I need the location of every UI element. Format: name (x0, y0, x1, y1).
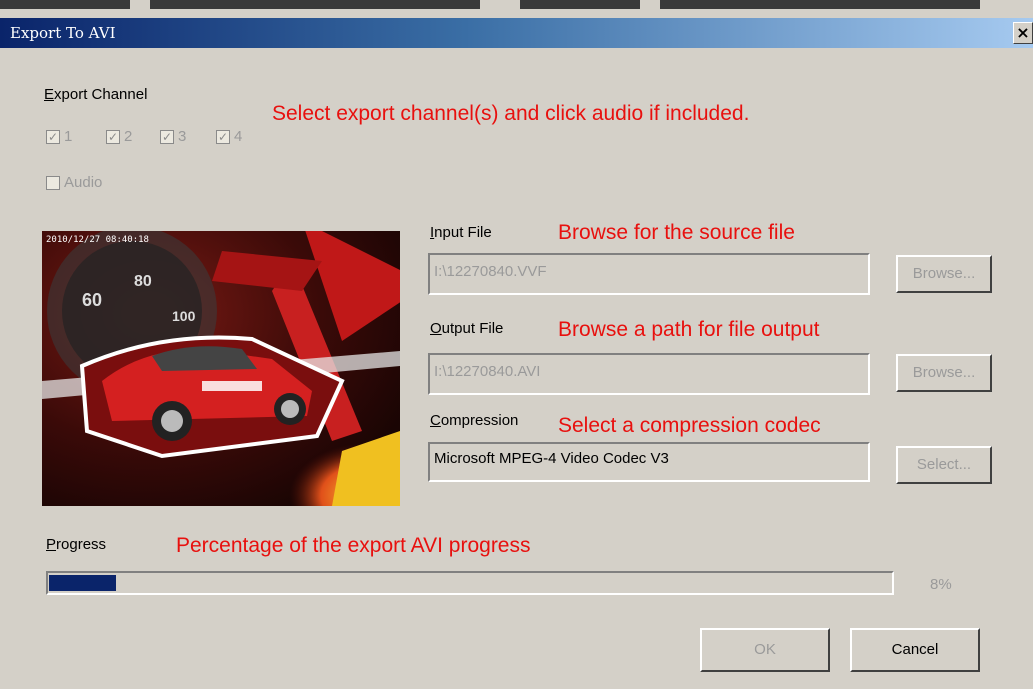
compression-select-button[interactable]: Select... (896, 446, 992, 484)
background-window-strip (0, 0, 1033, 18)
output-file-label: Output File (430, 320, 504, 337)
annotation-input: Browse for the source file (558, 221, 795, 244)
preview-timestamp: 2010/12/27 08:40:18 (46, 235, 149, 245)
progress-percent: 8% (930, 576, 952, 593)
ok-button[interactable]: OK (700, 628, 830, 672)
checkbox-check-icon: ✓ (106, 129, 120, 144)
close-button[interactable]: × (1013, 22, 1033, 44)
compression-label: Compression (430, 412, 519, 429)
input-file-label: Input File (430, 224, 492, 241)
progress-fill (49, 575, 116, 591)
svg-text:60: 60 (82, 290, 102, 310)
annotation-compression: Select a compression codec (558, 414, 821, 437)
preview-image: 60 80 100 2010/12/27 08:40:18 (42, 231, 400, 506)
annotation-output: Browse a path for file output (558, 318, 820, 341)
output-file-field[interactable]: I:\12270840.AVI (428, 353, 870, 395)
close-icon: × (1016, 23, 1030, 42)
compression-field[interactable]: Microsoft MPEG-4 Video Codec V3 (428, 442, 870, 482)
cancel-button[interactable]: Cancel (850, 628, 980, 672)
channel-4-checkbox[interactable]: ✓ 4 (216, 128, 242, 145)
checkbox-empty-icon (46, 175, 60, 190)
checkbox-check-icon: ✓ (216, 129, 230, 144)
window-title: Export To AVI (10, 24, 116, 42)
input-file-field[interactable]: I:\12270840.VVF (428, 253, 870, 295)
svg-text:80: 80 (134, 273, 152, 290)
export-dialog: Export Channel Select export channel(s) … (0, 48, 1033, 689)
annotation-progress: Percentage of the export AVI progress (176, 534, 531, 557)
channel-1-checkbox[interactable]: ✓ 1 (46, 128, 72, 145)
title-bar: Export To AVI × (0, 18, 1033, 48)
channel-2-checkbox[interactable]: ✓ 2 (106, 128, 132, 145)
checkbox-check-icon: ✓ (160, 129, 174, 144)
export-channel-label: Export Channel (44, 86, 148, 103)
progress-label: Progress (46, 536, 107, 553)
channel-3-checkbox[interactable]: ✓ 3 (160, 128, 186, 145)
input-browse-button[interactable]: Browse... (896, 255, 992, 293)
output-browse-button[interactable]: Browse... (896, 354, 992, 392)
video-preview: 60 80 100 2010/12/27 08:40:18 (42, 231, 400, 506)
annotation-channel: Select export channel(s) and click audio… (272, 102, 750, 125)
svg-text:100: 100 (172, 308, 196, 324)
audio-checkbox[interactable]: Audio (46, 174, 102, 191)
checkbox-check-icon: ✓ (46, 129, 60, 144)
export-progress-bar (46, 571, 894, 595)
